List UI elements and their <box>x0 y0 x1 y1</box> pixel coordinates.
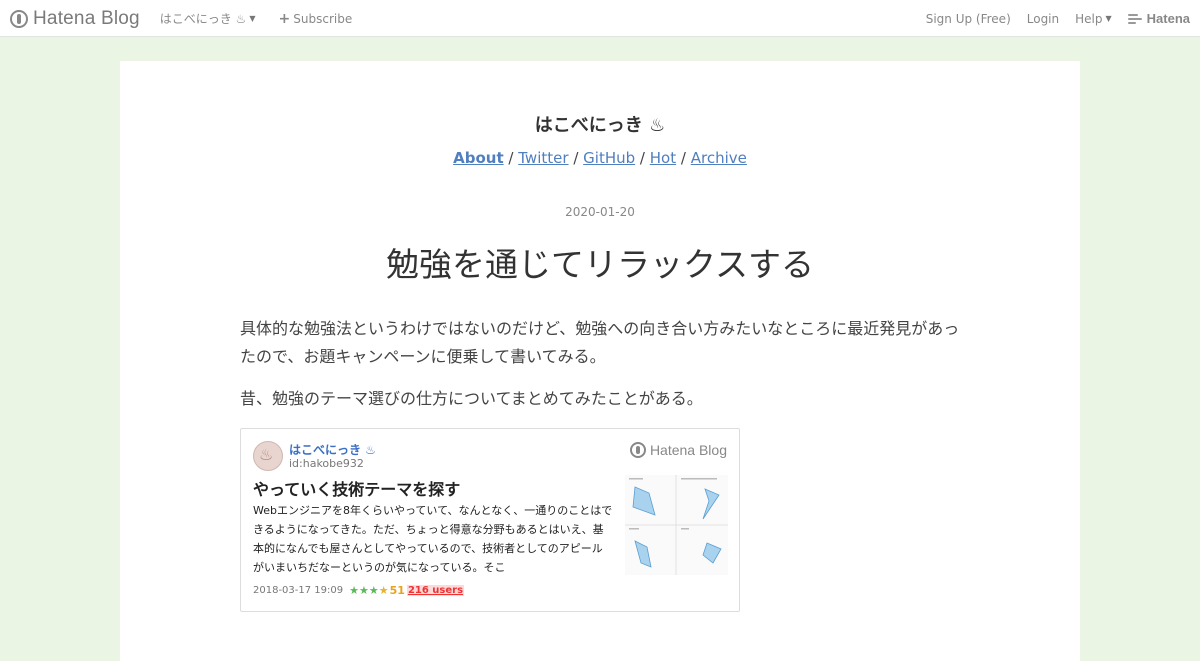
blog-menu-label: はこべにっき ♨ <box>159 12 247 26</box>
avatar[interactable] <box>253 441 283 471</box>
embed-datetime: 2018-03-17 19:09 <box>253 585 344 596</box>
hatena-logo-icon <box>629 442 646 458</box>
embed-hatena-blog-logo[interactable]: Hatena Blog <box>629 442 727 458</box>
chevron-down-icon: ▼ <box>1105 14 1112 23</box>
embed-title[interactable]: やっていく技術テーマを探す <box>253 476 460 500</box>
nav-twitter-link[interactable]: Twitter <box>518 149 568 167</box>
star-rating[interactable]: ★ ★ ★ ★ 51 <box>349 584 405 597</box>
hatena-brand-label: Hatena <box>1146 11 1190 26</box>
entry-title[interactable]: 勉強を通じてリラックスする <box>120 238 1080 286</box>
embed-description: Webエンジニアを8年くらいやっていて、なんとなく、一通りのことはできるようにな… <box>253 504 613 574</box>
signup-link[interactable]: Sign Up (Free) <box>926 12 1011 26</box>
entry-paragraph: 具体的な勉強法というわけではないのだけど、勉強への向き合い方みたいなところに最近… <box>240 319 960 366</box>
embed-blog-name[interactable]: はこべにっき ♨ <box>289 441 376 458</box>
star-count: 51 <box>389 584 405 597</box>
plus-icon: + <box>278 10 291 27</box>
nav-about-link[interactable]: About <box>453 149 504 167</box>
help-label: Help <box>1075 11 1103 26</box>
embed-thumbnail-image[interactable] <box>625 475 728 575</box>
bookmark-users-link[interactable]: 216 users <box>406 585 465 596</box>
nav-separator: / <box>639 149 645 167</box>
blog-content: はこべにっき ♨ About / Twitter / GitHub / Hot … <box>120 61 1080 661</box>
logo-text: Hatena Blog <box>33 7 140 29</box>
nav-archive-link[interactable]: Archive <box>691 149 747 167</box>
nav-hot-link[interactable]: Hot <box>650 149 676 167</box>
embed-footer: 2018-03-17 19:09 ★ ★ ★ ★ 51 216 users <box>253 584 465 597</box>
blog-menu-dropdown[interactable]: はこべにっき ♨ ▼ <box>160 10 256 27</box>
embed-user-id: id:hakobe932 <box>289 457 364 470</box>
star-icon: ★ <box>368 583 379 597</box>
hatena-mark-icon <box>1127 13 1144 24</box>
blog-nav: About / Twitter / GitHub / Hot / Archive <box>120 149 1080 167</box>
subscribe-label: Subscribe <box>293 11 353 26</box>
blog-title[interactable]: はこべにっき ♨ <box>120 111 1080 137</box>
chevron-down-icon: ▼ <box>249 14 256 23</box>
embed-brand-label: Hatena Blog <box>649 442 727 458</box>
hatena-brand-link[interactable]: Hatena <box>1127 11 1190 26</box>
login-link[interactable]: Login <box>1027 12 1059 26</box>
nav-github-link[interactable]: GitHub <box>583 149 635 167</box>
hatena-logo-icon <box>10 9 28 28</box>
embedded-blog-card[interactable]: はこべにっき ♨ id:hakobe932 Hatena Blog やっていく技… <box>240 428 740 612</box>
star-icon: ★ <box>349 583 359 597</box>
star-icon: ★ <box>359 583 369 597</box>
nav-separator: / <box>573 149 579 167</box>
star-icon: ★ <box>378 583 389 597</box>
nav-separator: / <box>680 149 686 167</box>
nav-separator: / <box>508 149 514 167</box>
help-dropdown[interactable]: Help ▼ <box>1075 12 1112 26</box>
global-header: Hatena Blog はこべにっき ♨ ▼ + Subscribe Sign … <box>0 0 1200 37</box>
entry-paragraph: 昔、勉強のテーマ選びの仕方についてまとめてみたことがある。 <box>240 389 703 408</box>
subscribe-button[interactable]: + Subscribe <box>279 11 353 27</box>
entry-date[interactable]: 2020-01-20 <box>120 205 1080 219</box>
hatena-blog-logo[interactable]: Hatena Blog <box>10 8 140 30</box>
